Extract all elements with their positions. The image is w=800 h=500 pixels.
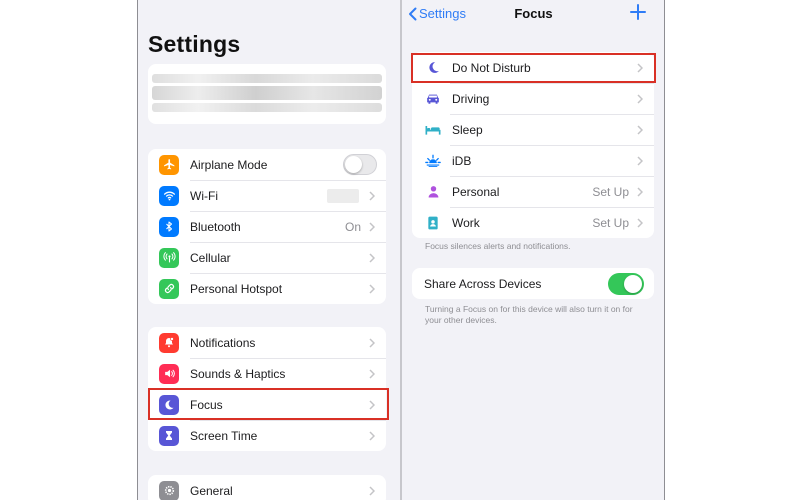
row-label: General <box>190 483 233 498</box>
row-label: Wi-Fi <box>190 188 218 203</box>
row-label: Notifications <box>190 335 256 350</box>
chevron-right-icon <box>367 430 377 441</box>
speaker-icon <box>159 363 179 384</box>
row-label: Bluetooth <box>190 219 241 234</box>
focus-row-sleep[interactable]: Sleep <box>412 114 654 145</box>
settings-row-airplane[interactable]: Airplane Mode <box>148 149 386 180</box>
chevron-right-icon <box>367 485 377 496</box>
share-across-devices-row: Share Across Devices <box>412 268 654 299</box>
gear-icon <box>159 480 179 500</box>
settings-row-hotspot[interactable]: Personal Hotspot <box>148 273 386 304</box>
sunrise-icon <box>425 153 441 169</box>
row-label: Personal <box>452 184 500 199</box>
share-across-devices-toggle[interactable] <box>608 272 644 295</box>
chevron-right-icon <box>367 190 377 201</box>
bluetooth-icon <box>159 216 179 237</box>
nav-title: Focus <box>514 6 553 21</box>
chevron-right-icon <box>635 155 645 166</box>
bell-icon <box>159 332 179 353</box>
badge-icon <box>425 215 441 231</box>
share-footnote: Turning a Focus on for this device will … <box>425 304 633 325</box>
row-label: iDB <box>452 153 472 168</box>
focus-row-idb[interactable]: iDB <box>412 145 654 176</box>
settings-screen: Settings Airplane Mode Wi-Fi Bluetooth O… <box>137 0 400 500</box>
chevron-right-icon <box>367 221 377 232</box>
apple-id-card[interactable] <box>148 64 386 124</box>
chevron-right-icon <box>367 337 377 348</box>
setup-status: Set Up <box>592 184 629 199</box>
bluetooth-status: On <box>344 219 361 234</box>
general-group: General <box>148 475 386 500</box>
focus-screen: Settings Focus Do Not Disturb Driving Sl… <box>402 0 665 500</box>
chevron-right-icon <box>635 217 645 228</box>
chevron-right-icon <box>635 93 645 104</box>
row-label: Cellular <box>190 250 231 265</box>
blurred-account <box>152 86 382 100</box>
settings-row-sounds[interactable]: Sounds & Haptics <box>148 358 386 389</box>
wifi-network-redacted <box>327 188 359 203</box>
settings-row-notifications[interactable]: Notifications <box>148 327 386 358</box>
chevron-right-icon <box>635 124 645 135</box>
focus-row-driving[interactable]: Driving <box>412 83 654 114</box>
focus-row-personal[interactable]: Personal Set Up <box>412 176 654 207</box>
settings-row-bluetooth[interactable]: Bluetooth On <box>148 211 386 242</box>
row-label: Work <box>452 215 480 230</box>
share-across-devices-label: Share Across Devices <box>424 276 542 291</box>
settings-row-wifi[interactable]: Wi-Fi <box>148 180 386 211</box>
page-title: Settings <box>148 31 241 57</box>
person-icon <box>425 184 441 200</box>
row-label: Driving <box>452 91 490 106</box>
focus-modes-footnote: Focus silences alerts and notifications. <box>425 241 571 251</box>
settings-row-screentime[interactable]: Screen Time <box>148 420 386 451</box>
settings-row-general[interactable]: General <box>148 475 386 500</box>
row-label: Sleep <box>452 122 483 137</box>
link-icon <box>159 278 179 299</box>
airplane-mode-toggle[interactable] <box>343 154 377 175</box>
antenna-icon <box>159 247 179 268</box>
blurred-subtitle <box>152 103 382 112</box>
bed-icon <box>425 122 441 138</box>
settings-row-cellular[interactable]: Cellular <box>148 242 386 273</box>
nav-bar: Settings Focus <box>402 0 664 30</box>
chevron-right-icon <box>367 283 377 294</box>
car-icon <box>425 91 441 107</box>
row-label: Sounds & Haptics <box>190 366 286 381</box>
chevron-right-icon <box>635 186 645 197</box>
chevron-right-icon <box>367 368 377 379</box>
hourglass-icon <box>159 425 179 446</box>
add-focus-button[interactable] <box>629 3 647 21</box>
chevron-right-icon <box>367 252 377 263</box>
airplane-icon <box>159 154 179 175</box>
row-label: Personal Hotspot <box>190 281 283 296</box>
focus-row-highlight <box>148 388 389 420</box>
setup-status: Set Up <box>592 215 629 230</box>
row-label: Screen Time <box>190 428 258 443</box>
focus-row-work[interactable]: Work Set Up <box>412 207 654 238</box>
connectivity-group: Airplane Mode Wi-Fi Bluetooth On Cellula… <box>148 149 386 304</box>
dnd-row-highlight <box>411 53 656 83</box>
row-label: Airplane Mode <box>190 157 268 172</box>
wifi-icon <box>159 185 179 206</box>
blurred-name <box>152 74 382 83</box>
